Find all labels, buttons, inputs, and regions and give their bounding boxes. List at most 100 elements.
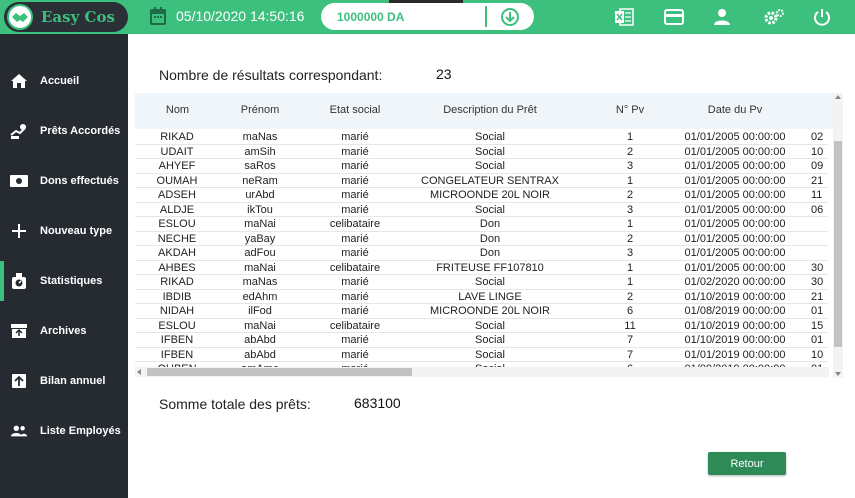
table-row[interactable]: ADSEH urAbd marié MICROONDE 20L NOIR 2 01/01/… [135,188,828,203]
table-row[interactable]: IFBEN abAbd marié Social 7 01/01/2019 00:00:0… [135,348,828,362]
table-row[interactable]: ALDJE ikTou marié Social 3 01/01/2005 00:00:0… [135,203,828,217]
cell-etat-social: celibataire [329,319,381,332]
sidebar-item-statistiques[interactable]: Statistiques [0,261,128,301]
cell-prenom: saRos [244,160,276,172]
table-row[interactable]: OUMAH neRam marié CONGELATEUR SENTRAX 1 01/01… [135,174,828,188]
table-row[interactable]: ESLOU maNai celibataire Social 11 01/10/2019 … [135,319,828,333]
cell-date-pv: 01/01/2005 00:00:00 [684,174,786,187]
cell-prenom: maNai [244,319,276,332]
cell-nom: RIKAD [160,276,194,288]
sidebar-item-prets-accordes[interactable]: Prêts Accordés [0,111,128,151]
column-header-description[interactable]: Description du Prêt [425,104,555,116]
power-icon[interactable] [813,8,831,31]
cell-date-pv: 01/01/2005 00:00:00 [684,131,786,143]
cell-num-pv: 1 [626,174,634,187]
cell-etat-social: marié [341,305,369,317]
table-row[interactable]: RIKAD maNas marié Social 1 01/02/2020 00:00:0… [135,275,828,290]
cell-etat-social: marié [341,189,369,201]
table-row[interactable]: ESLOU maNai celibataire Don 1 01/01/2005 00:0… [135,217,828,232]
cell-date-pv: 01/02/2020 00:00:00 [684,276,786,288]
home-icon [10,72,28,90]
column-header-etat-social[interactable]: Etat social [315,104,395,116]
card-icon[interactable] [664,8,684,31]
table-header: Nom Prénom Etat social Description du Pr… [135,93,842,129]
cell-overflow: 01 [811,305,824,317]
cell-num-pv: 1 [626,261,634,274]
cell-etat-social: marié [341,276,369,288]
cell-overflow: 30 [811,261,824,274]
sidebar: Accueil Prêts Accordés Dons effectués No… [0,34,128,498]
scrollbar-thumb[interactable] [147,368,412,376]
table-row[interactable]: RIKAD maNas marié Social 1 01/01/2005 00:00:0… [135,130,828,145]
scale-icon [10,272,28,290]
column-header-prenom[interactable]: Prénom [235,104,285,116]
cell-etat-social: marié [341,131,369,143]
app-name: Easy Cos [41,8,115,26]
scroll-down-arrow-icon[interactable] [835,372,841,376]
cell-date-pv: 01/01/2005 00:00:00 [684,145,786,158]
column-header-num-pv[interactable]: N° Pv [610,104,650,116]
table-row[interactable]: NECHE yaBay marié Don 2 01/01/2005 00:00:00 [135,232,828,246]
loan-icon [10,122,28,140]
table-row[interactable]: IFBEN abAbd marié Social 7 01/10/2019 00:00:0… [135,333,828,348]
sidebar-item-liste-employes[interactable]: Liste Employés [0,411,128,451]
column-header-date-pv[interactable]: Date du Pv [695,104,775,116]
app-logo: Easy Cos [4,2,128,32]
cell-nom: ALDJE [159,203,195,216]
scroll-left-arrow-icon[interactable] [137,369,141,375]
scroll-up-arrow-icon[interactable] [835,95,841,99]
cell-prenom: maNai [244,261,276,274]
cell-description: CONGELATEUR SENTRAX [421,174,559,187]
cell-description: Don [479,232,501,245]
scrollbar-thumb[interactable] [834,141,842,347]
retour-button[interactable]: Retour [708,452,786,475]
table-row[interactable]: UDAIT amSih marié Social 2 01/01/2005 00:00:0… [135,145,828,159]
horizontal-scrollbar[interactable] [135,367,829,377]
cell-prenom: yaBay [244,232,276,245]
cell-description: MICROONDE 20L NOIR [429,189,550,201]
cell-overflow: 21 [811,290,824,303]
table-row[interactable]: AKDAH adFou marié Don 3 01/01/2005 00:00:00 [135,246,828,261]
cell-nom: AHBES [158,261,196,274]
table-row[interactable]: NIDAH ilFod marié MICROONDE 20L NOIR 6 01/08/… [135,304,828,319]
download-icon[interactable] [500,7,520,32]
user-icon[interactable] [713,8,731,31]
cell-nom: RIKAD [160,131,194,143]
cell-description: Social [475,131,505,143]
cell-overflow: 30 [811,276,824,288]
sidebar-item-bilan-annuel[interactable]: Bilan annuel [0,361,128,401]
cell-etat-social: marié [341,334,369,346]
cell-nom: NECHE [157,232,197,245]
cell-overflow: 06 [811,203,824,216]
cell-nom: IFBEN [160,348,194,361]
balance-field: 1000000 DA [321,3,534,30]
column-header-nom[interactable]: Nom [155,104,200,116]
cell-overflow: 10 [811,348,824,361]
cell-nom: OUMAH [156,174,198,187]
cell-overflow: 15 [811,319,824,332]
upload-icon [10,372,28,390]
results-table: Nom Prénom Etat social Description du Pr… [135,93,842,378]
cell-overflow: 11 [811,189,823,201]
vertical-scrollbar[interactable] [833,93,843,378]
total-loans-label: Somme totale des prêts: [159,396,311,412]
sidebar-item-archives[interactable]: Archives [0,311,128,351]
table-row[interactable]: IBDIB edAhm marié LAVE LINGE 2 01/10/2019 00:… [135,290,828,304]
cell-date-pv: 01/01/2005 00:00:00 [684,232,786,245]
excel-icon[interactable] [614,8,634,31]
cell-description: Social [475,334,505,346]
cell-etat-social: marié [341,174,369,187]
cell-etat-social: celibataire [329,218,381,230]
cell-prenom: ilFod [248,305,272,317]
sidebar-item-accueil[interactable]: Accueil [0,61,128,101]
cell-etat-social: marié [341,145,369,158]
cell-etat-social: marié [341,348,369,361]
cell-etat-social: marié [341,160,369,172]
sidebar-item-dons-effectues[interactable]: Dons effectués [0,161,128,201]
balance-separator [485,6,487,27]
table-row[interactable]: AHYEF saRos marié Social 3 01/01/2005 00:00:0… [135,159,828,174]
cell-prenom: urAbd [245,189,275,201]
settings-icon[interactable] [763,8,785,31]
table-row[interactable]: AHBES maNai celibataire FRITEUSE FF107810 1 0… [135,261,828,275]
sidebar-item-nouveau-type[interactable]: Nouveau type [0,211,128,251]
